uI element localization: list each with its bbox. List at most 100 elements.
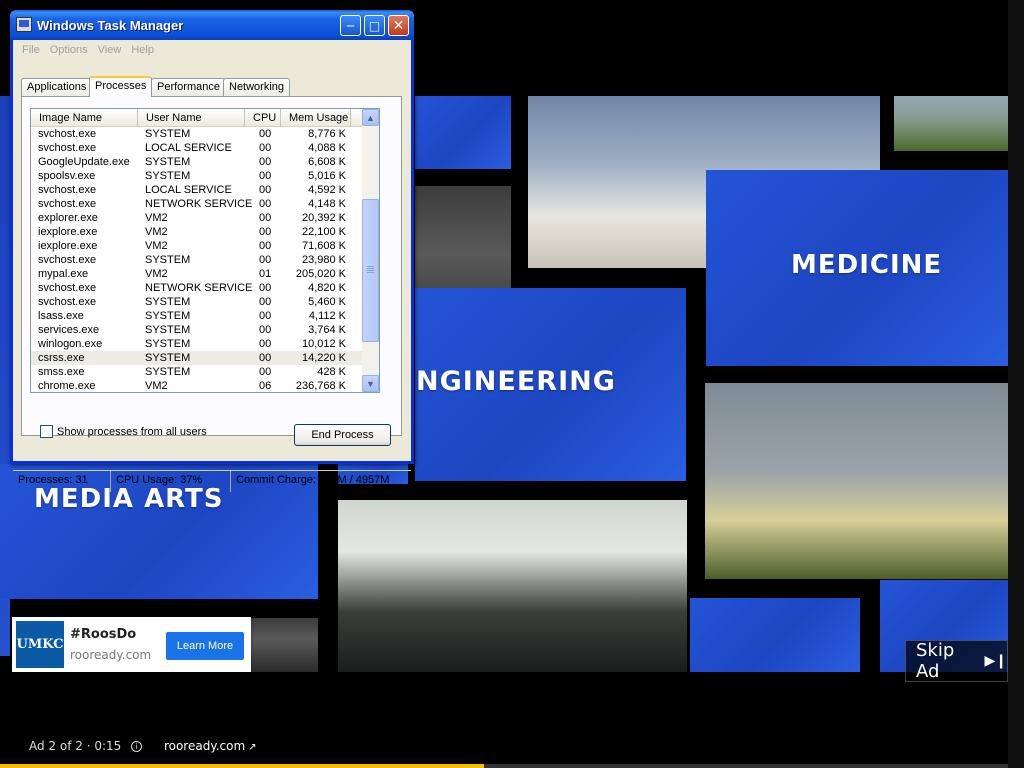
minimize-button[interactable]: ─	[340, 15, 361, 36]
show-all-users-checkbox[interactable]: Show processes from all users	[40, 425, 207, 438]
process-mem: 22,100 K	[301, 226, 346, 238]
tab-processes[interactable]: Processes	[89, 76, 153, 97]
skip-next-icon: ▶❙	[984, 653, 1008, 669]
process-name: svchost.exe	[38, 282, 97, 294]
process-name: svchost.exe	[38, 184, 97, 196]
column-mem-usage[interactable]: Mem Usage	[281, 109, 351, 127]
process-user: SYSTEM	[145, 366, 191, 378]
process-row[interactable]: iexplore.exe VM2 00 22,100 K	[31, 225, 364, 239]
process-user: SYSTEM	[145, 254, 191, 266]
process-row[interactable]: svchost.exe LOCAL SERVICE 00 4,088 K	[31, 141, 364, 155]
process-user: SYSTEM	[145, 352, 191, 364]
close-button[interactable]: ✕	[388, 15, 409, 36]
ad-card[interactable]: UMKC #RoosDo rooready.com Learn More	[12, 617, 251, 672]
process-row[interactable]: services.exe SYSTEM 00 3,764 K	[31, 323, 364, 337]
process-name: svchost.exe	[38, 198, 97, 210]
process-mem: 4,592 K	[308, 184, 346, 196]
end-process-button[interactable]: End Process	[294, 424, 391, 446]
process-row[interactable]: spoolsv.exe SYSTEM 00 5,016 K	[31, 169, 364, 183]
tab-performance[interactable]: Performance	[151, 78, 226, 96]
process-user: NETWORK SERVICE	[145, 282, 253, 294]
process-name: explorer.exe	[38, 212, 98, 224]
process-row[interactable]: mypal.exe VM2 01 205,020 K	[31, 267, 364, 281]
process-cpu: 00	[259, 156, 272, 168]
process-row[interactable]: svchost.exe SYSTEM 00 23,980 K	[31, 253, 364, 267]
process-row[interactable]: chrome.exe VM2 06 236,768 K	[31, 379, 364, 392]
column-cpu[interactable]: CPU	[245, 109, 281, 127]
page-scrollbar[interactable]	[1008, 0, 1024, 768]
maximize-button[interactable]: □	[364, 15, 385, 36]
process-mem: 20,392 K	[301, 212, 346, 224]
process-cpu: 00	[259, 128, 272, 140]
checkbox-box[interactable]	[40, 425, 53, 438]
menu-file[interactable]: File	[17, 44, 45, 56]
process-row[interactable]: iexplore.exe VM2 00 71,608 K	[31, 239, 364, 253]
process-row[interactable]: svchost.exe SYSTEM 00 8,776 K	[31, 127, 364, 141]
process-row[interactable]: GoogleUpdate.exe SYSTEM 00 6,608 K	[31, 155, 364, 169]
process-user: SYSTEM	[145, 324, 191, 336]
column-user-name[interactable]: User Name	[138, 109, 245, 127]
column-image-name[interactable]: Image Name	[31, 109, 138, 127]
process-row[interactable]: lsass.exe SYSTEM 00 4,112 K	[31, 309, 364, 323]
list-scrollbar[interactable]: ▲ ▼	[362, 109, 379, 392]
process-user: VM2	[145, 226, 168, 238]
process-row[interactable]: smss.exe SYSTEM 00 428 K	[31, 365, 364, 379]
process-row[interactable]: svchost.exe SYSTEM 00 5,460 K	[31, 295, 364, 309]
process-cpu: 00	[259, 240, 272, 252]
menu-options[interactable]: Options	[45, 44, 93, 56]
process-user: LOCAL SERVICE	[145, 142, 232, 154]
process-mem: 4,820 K	[308, 282, 346, 294]
process-name: spoolsv.exe	[38, 170, 96, 182]
process-cpu: 00	[259, 296, 272, 308]
process-user: VM2	[145, 240, 168, 252]
process-mem: 71,608 K	[301, 240, 346, 252]
scroll-up-button[interactable]: ▲	[362, 109, 379, 126]
tile-campus-photo-top	[894, 96, 1008, 151]
process-cpu: 06	[259, 380, 272, 392]
show-all-users-label: Show processes from all users	[57, 425, 207, 438]
process-mem: 205,020 K	[295, 268, 346, 280]
advertiser-logo: UMKC	[16, 621, 64, 668]
status-bar: Processes: 31 CPU Usage: 37% Commit Char…	[13, 470, 411, 492]
menu-view[interactable]: View	[93, 44, 127, 56]
process-mem: 4,148 K	[308, 198, 346, 210]
process-row[interactable]: svchost.exe LOCAL SERVICE 00 4,592 K	[31, 183, 364, 197]
tab-networking[interactable]: Networking	[223, 78, 291, 96]
process-cpu: 00	[259, 282, 272, 294]
process-mem: 23,980 K	[301, 254, 346, 266]
process-user: VM2	[145, 380, 168, 392]
tile-bottom-left-photo	[250, 618, 318, 672]
process-mem: 428 K	[317, 366, 346, 378]
info-icon[interactable]: i	[131, 741, 143, 752]
process-user: SYSTEM	[145, 310, 191, 322]
process-list[interactable]: Image Name User Name CPU Mem Usage svcho…	[30, 108, 380, 393]
ad-progress-bar[interactable]	[0, 764, 1008, 768]
process-row[interactable]: explorer.exe VM2 00 20,392 K	[31, 211, 364, 225]
scroll-thumb[interactable]	[362, 199, 379, 342]
arrow-up-icon: ▲	[366, 112, 375, 123]
menu-help[interactable]: Help	[126, 44, 159, 56]
process-user: SYSTEM	[145, 338, 191, 350]
tab-applications[interactable]: Applications	[21, 78, 93, 96]
learn-more-button[interactable]: Learn More	[166, 632, 244, 660]
minimize-icon: ─	[346, 18, 355, 33]
process-row[interactable]: csrss.exe SYSTEM 00 14,220 K	[31, 351, 364, 365]
process-name: GoogleUpdate.exe	[38, 156, 130, 168]
skip-ad-button[interactable]: Skip Ad ▶❙	[905, 640, 1008, 682]
task-manager-window[interactable]: Windows Task Manager ─ □ ✕ File Options …	[10, 10, 414, 492]
process-row[interactable]: svchost.exe NETWORK SERVICE 00 4,148 K	[31, 197, 364, 211]
process-row[interactable]: winlogon.exe SYSTEM 00 10,012 K	[31, 337, 364, 351]
advertiser-link[interactable]: rooready.com ↗	[164, 739, 257, 753]
title-bar[interactable]: Windows Task Manager ─ □ ✕	[10, 10, 414, 40]
process-mem: 4,112 K	[308, 310, 346, 322]
process-name: svchost.exe	[38, 128, 97, 140]
close-icon: ✕	[392, 17, 405, 34]
process-name: services.exe	[38, 324, 100, 336]
status-processes: Processes: 31	[13, 471, 111, 492]
process-user: SYSTEM	[145, 296, 191, 308]
process-name: winlogon.exe	[38, 338, 103, 350]
process-row[interactable]: svchost.exe NETWORK SERVICE 00 4,820 K	[31, 281, 364, 295]
scroll-down-button[interactable]: ▼	[362, 375, 379, 392]
arrow-down-icon: ▼	[366, 378, 375, 389]
process-name: lsass.exe	[38, 310, 84, 322]
